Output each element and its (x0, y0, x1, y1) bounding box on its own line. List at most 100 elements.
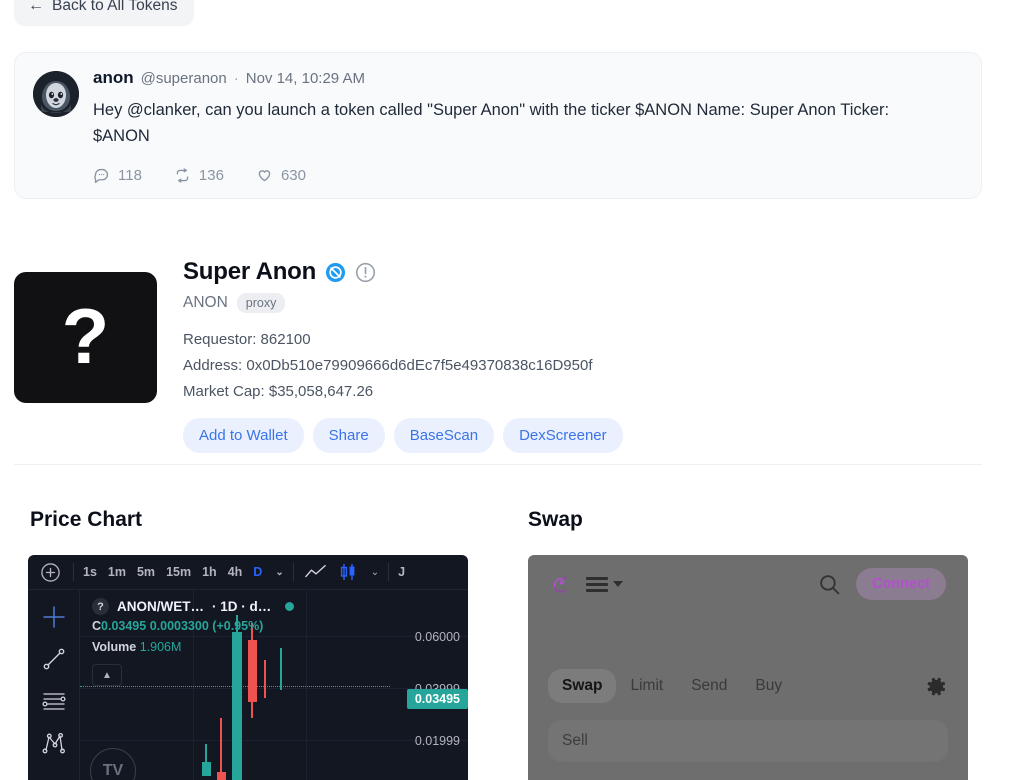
timeframe-5m[interactable]: 5m (137, 565, 155, 579)
tab-send[interactable]: Send (677, 669, 741, 703)
tweet-author-handle: @superanon (140, 70, 227, 87)
toolbar-divider-2 (292, 563, 294, 581)
chart-style-chevron-icon[interactable]: ⌄ (371, 567, 379, 578)
price-tick-2: 0.01999 (414, 734, 460, 748)
token-details: Super Anon ANON proxy Requestor: 862100 … (183, 258, 623, 453)
symbol-placeholder-icon: ? (92, 598, 109, 615)
tweet-text: Hey @clanker, can you launch a token cal… (93, 101, 890, 145)
heart-icon (258, 170, 271, 182)
main-menu-button[interactable] (586, 576, 623, 592)
timeframe-d[interactable]: D (253, 565, 262, 579)
line-chart-icon[interactable] (304, 564, 327, 580)
search-icon[interactable] (817, 572, 842, 597)
timeframe-15m[interactable]: 15m (166, 565, 191, 579)
tweet-stat-replies[interactable]: 118 (93, 167, 142, 184)
tweet-header: anon @superanon · Nov 14, 10:29 AM Hey @… (33, 69, 963, 184)
likes-count: 630 (280, 167, 306, 185)
basescan-button[interactable]: BaseScan (393, 418, 495, 453)
page-title: Super Anon (183, 258, 317, 285)
legend-volume-value: 1.906M (139, 640, 182, 654)
back-to-all-tokens-button[interactable]: ← Back to All Tokens (14, 0, 194, 26)
tab-swap[interactable]: Swap (548, 669, 617, 703)
swap-heading: Swap (528, 508, 583, 531)
add-chart-icon[interactable] (36, 562, 64, 583)
token-detail-page: ← Back to All Tokens anon @superanon · N… (0, 0, 1015, 780)
legend-close-prefix: C (92, 619, 102, 633)
arrow-left-icon: ← (28, 0, 44, 14)
uniswap-unicorn-icon[interactable] (550, 573, 572, 595)
legend-symbol-row: ? ANON/WET… · 1D · d… (92, 598, 295, 615)
connect-wallet-button[interactable]: Connect (856, 568, 946, 600)
legend-volume: Volume 1.906M (92, 640, 294, 654)
timeframe-1h[interactable]: 1h (202, 565, 217, 579)
tweet-stats: 118 136 630 (93, 167, 963, 184)
token-symbol: ANON (183, 294, 228, 311)
back-nav: ← Back to All Tokens (14, 0, 194, 26)
price-axis[interactable]: 0.06000 0.03999 0.03495 0.01999 (390, 590, 468, 780)
section-divider (14, 464, 982, 465)
add-to-wallet-button[interactable]: Add to Wallet (183, 418, 304, 453)
chart-toolbar: 1s 1m 5m 15m 1h 4h D ⌄ ⌄ J (28, 555, 468, 590)
legend-volume-label: Volume (92, 640, 137, 654)
tweet-body: anon @superanon · Nov 14, 10:29 AM Hey @… (93, 69, 963, 184)
chart-style-group: ⌄ (304, 563, 379, 581)
avatar (33, 71, 79, 117)
legend-pair[interactable]: ANON/WET… (117, 599, 204, 614)
tab-buy[interactable]: Buy (741, 669, 796, 703)
token-requestor: Requestor: 862100 (183, 331, 311, 348)
dexscreener-button[interactable]: DexScreener (503, 418, 623, 453)
crosshair-tool-icon[interactable] (41, 604, 67, 630)
price-tick-0: 0.06000 (414, 630, 460, 644)
tradingview-chart-widget[interactable]: 1s 1m 5m 15m 1h 4h D ⌄ ⌄ J ? ANON/WET… ·… (28, 555, 468, 780)
chart-body: ? ANON/WET… · 1D · d… C0.03495 0.0003300… (28, 590, 468, 780)
token-logo-glyph: ? (61, 291, 110, 380)
candlestick-chart-icon[interactable] (338, 563, 358, 581)
market-open-dot (285, 602, 295, 611)
timeframe-1m[interactable]: 1m (108, 565, 126, 579)
replies-count: 118 (118, 167, 142, 185)
timeframe-1s[interactable]: 1s (83, 565, 97, 579)
current-price-badge: 0.03495 (406, 689, 468, 709)
share-button[interactable]: Share (312, 418, 385, 453)
fib-retracement-tool-icon[interactable] (41, 688, 67, 714)
drawing-toolbar (28, 590, 80, 780)
legend-change-pct: (+0.95%) (212, 619, 264, 633)
chevron-down-icon[interactable]: ⌄ (275, 567, 283, 578)
toolbar-divider-1 (73, 563, 74, 581)
back-button-label: Back to All Tokens (52, 0, 178, 14)
hamburger-menu-icon (586, 576, 608, 592)
chart-legend: ? ANON/WET… · 1D · d… C0.03495 0.0003300… (92, 598, 295, 654)
tab-limit[interactable]: Limit (616, 669, 677, 703)
trendline-tool-icon[interactable] (41, 646, 67, 672)
token-market-cap: Market Cap: $35,058,647.26 (183, 383, 374, 400)
uniswap-swap-widget[interactable]: Connect Swap Limit Send Buy Sell (528, 555, 968, 780)
token-actions: Add to Wallet Share BaseScan DexScreener (183, 418, 623, 453)
tweet-timestamp: Nov 14, 10:29 AM (245, 70, 365, 87)
sell-field[interactable]: Sell (548, 720, 948, 762)
token-summary: ? Super Anon ANON proxy Requestor: 86210… (14, 258, 982, 453)
legend-ohlc: C0.03495 0.0003300 (+0.95%) (92, 619, 294, 633)
token-placeholder-icon: ? (14, 272, 157, 403)
pattern-tool-icon[interactable] (41, 730, 67, 756)
token-title-row: Super Anon (183, 258, 623, 286)
warning-icon[interactable] (355, 262, 376, 283)
legend-close-price: 0.03495 (101, 619, 147, 633)
caret-down-icon (613, 581, 623, 587)
retweets-count: 136 (198, 167, 224, 185)
tweet-stat-retweets[interactable]: 136 (174, 167, 224, 184)
sell-label: Sell (562, 732, 588, 749)
legend-interval: · 1D · d… (212, 599, 272, 614)
price-chart-heading: Price Chart (30, 508, 143, 531)
token-symbol-row: ANON proxy (183, 293, 623, 313)
tweet-stat-likes[interactable]: 630 (256, 167, 306, 184)
timeframe-4h[interactable]: 4h (228, 565, 243, 579)
tweet-meta-separator: · (233, 70, 239, 87)
current-price-line (80, 686, 390, 687)
chart-canvas[interactable]: ? ANON/WET… · 1D · d… C0.03495 0.0003300… (80, 590, 468, 780)
gear-icon[interactable] (925, 675, 948, 698)
no-verification-icon[interactable] (325, 262, 346, 283)
source-tweet-card: anon @superanon · Nov 14, 10:29 AM Hey @… (14, 52, 982, 200)
token-address: Address: 0x0Db510e79909666d6dEc7f5e49370… (183, 357, 593, 374)
collapse-pane-icon[interactable]: ▲ (92, 664, 122, 686)
indicators-button[interactable]: J (398, 565, 405, 579)
